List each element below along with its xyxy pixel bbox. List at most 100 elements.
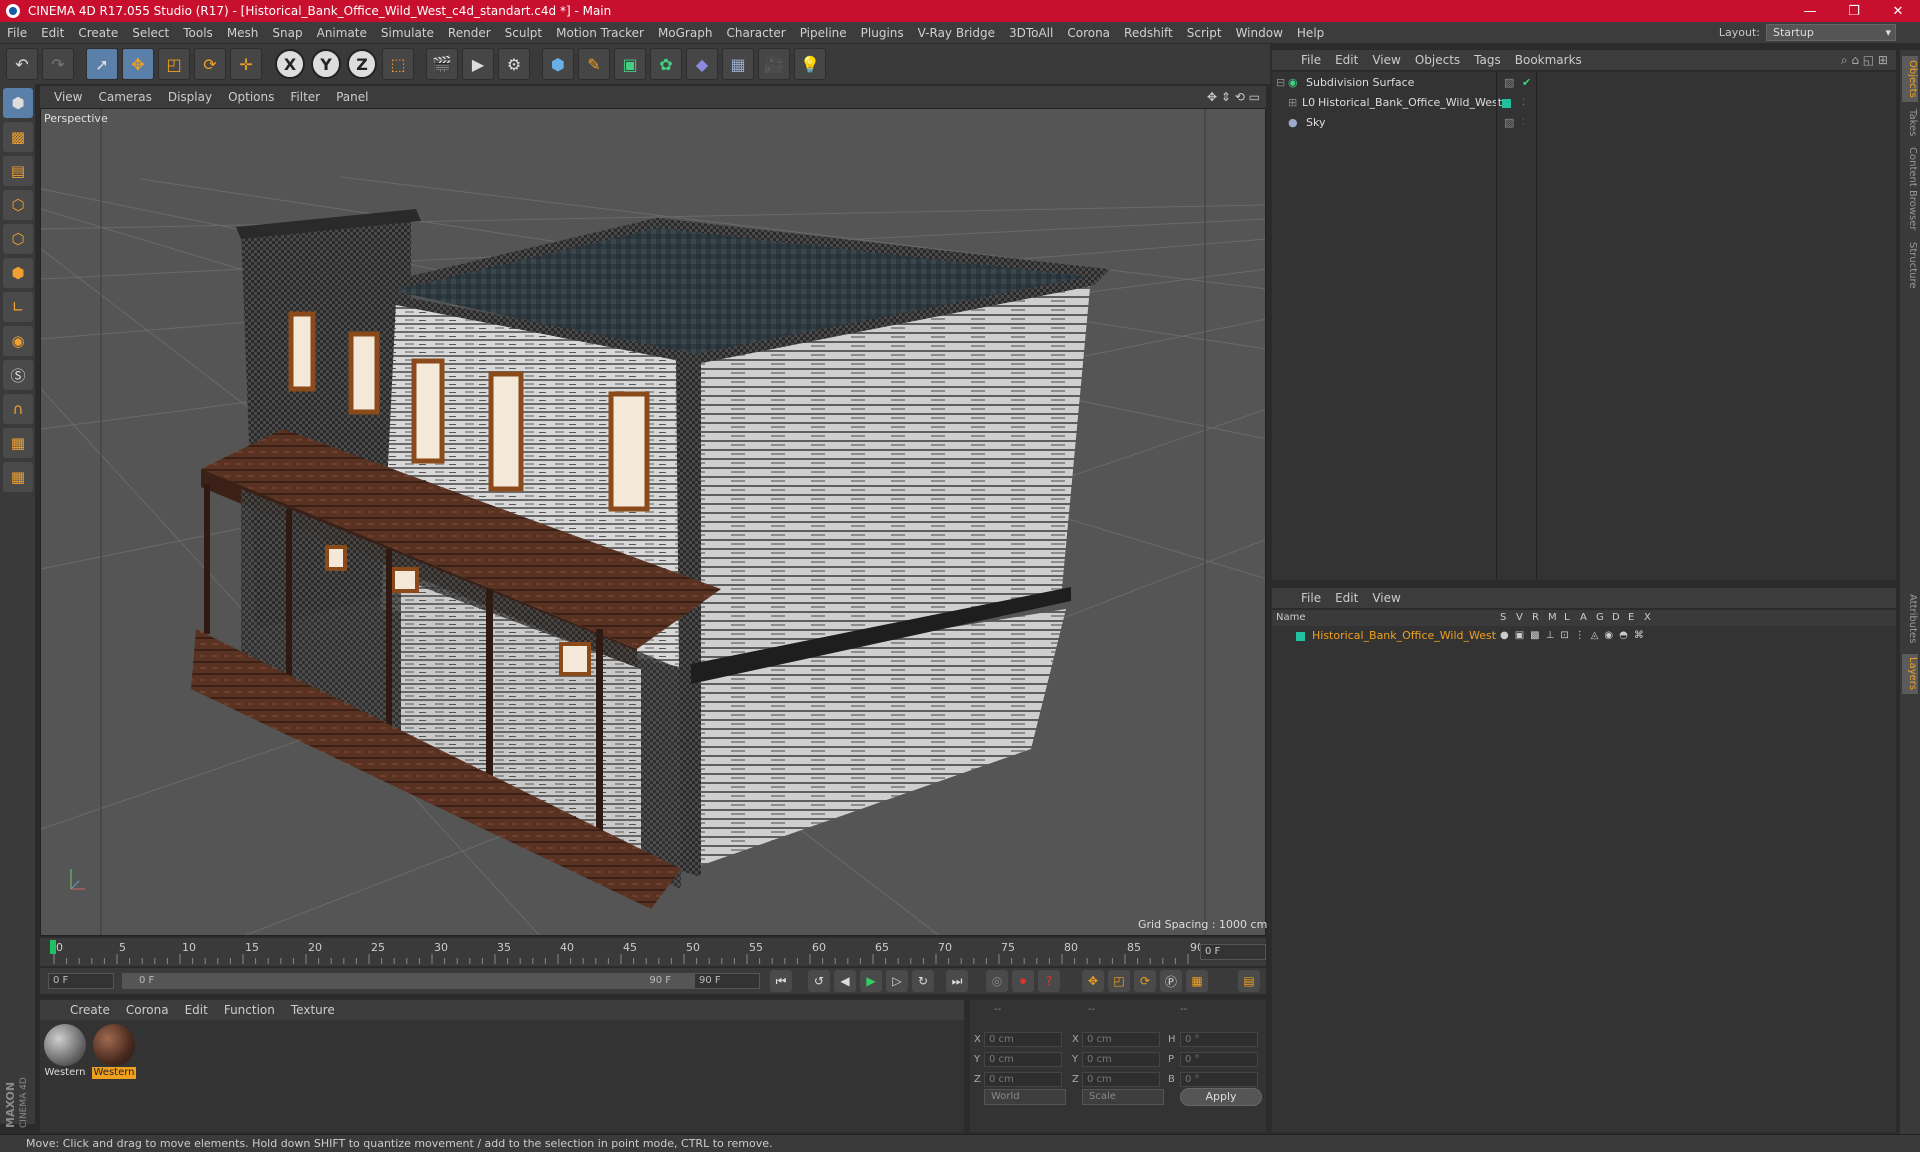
coordinate-system-icon[interactable]: ⬚ xyxy=(382,48,414,80)
menu-tools[interactable]: Tools xyxy=(176,26,220,40)
rotation-h-field[interactable]: 0 ° xyxy=(1180,1032,1258,1047)
menu-animate[interactable]: Animate xyxy=(310,26,374,40)
object-row[interactable]: ⊞ L0 Historical_Bank_Office_Wild_West ⁚ xyxy=(1272,94,1896,112)
viewport-nav-icons[interactable]: ✥ ⇕ ⟲ ▭ xyxy=(1207,90,1260,104)
key-position-icon[interactable]: ✥ xyxy=(1082,970,1104,992)
move-icon[interactable]: ✥ xyxy=(122,48,154,80)
prev-key-icon[interactable]: ↺ xyxy=(808,970,830,992)
menu-select[interactable]: Select xyxy=(125,26,176,40)
layer-col-x[interactable]: X xyxy=(1644,612,1651,623)
next-key-icon[interactable]: ↻ xyxy=(912,970,934,992)
menu-redshift[interactable]: Redshift xyxy=(1117,26,1180,40)
light-icon[interactable]: 💡 xyxy=(794,48,826,80)
size-y-field[interactable]: 0 cm xyxy=(1082,1052,1160,1067)
objects-menu-objects[interactable]: Objects xyxy=(1408,53,1467,67)
cube-icon[interactable]: ⬢ xyxy=(542,48,574,80)
select-icon[interactable]: ➚ xyxy=(86,48,118,80)
material-menu-create[interactable]: Create xyxy=(62,1003,118,1017)
end-frame-field[interactable]: 90 F xyxy=(694,973,760,989)
axis-z-icon[interactable]: Z xyxy=(347,49,377,79)
render-view-icon[interactable]: 🎬 xyxy=(426,48,458,80)
objects-menu-view[interactable]: View xyxy=(1365,53,1407,67)
material-menu-function[interactable]: Function xyxy=(216,1003,283,1017)
menu-simulate[interactable]: Simulate xyxy=(374,26,441,40)
object-visibility-icon[interactable]: ▧ xyxy=(1504,114,1514,132)
object-enabled-icon[interactable]: ✔ xyxy=(1522,74,1531,92)
next-frame-icon[interactable]: ▷ xyxy=(886,970,908,992)
record-keys-icon[interactable]: ◎ xyxy=(986,970,1008,992)
restore-button[interactable]: ❐ xyxy=(1832,0,1876,22)
workplane-icon[interactable]: ▤ xyxy=(3,156,33,186)
menu-mograph[interactable]: MoGraph xyxy=(651,26,720,40)
layer-col-l[interactable]: L xyxy=(1564,612,1570,623)
minimize-button[interactable]: — xyxy=(1788,0,1832,22)
go-to-start-icon[interactable]: ⏮ xyxy=(770,970,792,992)
render-settings-icon[interactable]: ⚙ xyxy=(498,48,530,80)
objects-menu-edit[interactable]: Edit xyxy=(1328,53,1365,67)
layer-col-s[interactable]: S xyxy=(1500,612,1506,623)
menu-pipeline[interactable]: Pipeline xyxy=(793,26,854,40)
layer-row[interactable]: Historical_Bank_Office_Wild_West ●▣▩⊥⊡⋮◬… xyxy=(1272,628,1896,644)
object-manager-toolbar-icons[interactable]: ⌕ ⌂ ◱ ⊞ xyxy=(1841,53,1888,68)
viewport-menu-view[interactable]: View xyxy=(46,90,90,104)
deformer-icon[interactable]: ◆ xyxy=(686,48,718,80)
polygons-mode-icon[interactable]: ⬢ xyxy=(3,258,33,288)
layer-color-icon[interactable] xyxy=(1296,632,1305,641)
menu-render[interactable]: Render xyxy=(441,26,498,40)
key-pla-icon[interactable]: ▦ xyxy=(1186,970,1208,992)
viewport-menu-filter[interactable]: Filter xyxy=(282,90,328,104)
layers-menu-edit[interactable]: Edit xyxy=(1328,591,1365,605)
material-swatch[interactable]: Western xyxy=(43,1023,87,1081)
snap-settings-icon[interactable]: ▦ xyxy=(3,462,33,492)
layer-col-r[interactable]: R xyxy=(1532,612,1539,623)
scale-icon[interactable]: ◰ xyxy=(158,48,190,80)
objects-menu-bookmarks[interactable]: Bookmarks xyxy=(1508,53,1589,67)
objects-menu-tags[interactable]: Tags xyxy=(1467,53,1508,67)
close-button[interactable]: ✕ xyxy=(1876,0,1920,22)
coord-mode-dropdown[interactable]: World xyxy=(984,1089,1066,1105)
tab-attributes[interactable]: Attributes xyxy=(1902,590,1918,648)
layer-color-icon[interactable] xyxy=(1502,99,1511,108)
menu-script[interactable]: Script xyxy=(1180,26,1229,40)
go-to-end-icon[interactable]: ⏭ xyxy=(946,970,968,992)
menu-snap[interactable]: Snap xyxy=(265,26,309,40)
prev-frame-icon[interactable]: ◀ xyxy=(834,970,856,992)
layers-menu-view[interactable]: View xyxy=(1365,591,1407,605)
tab-content-browser[interactable]: Content Browser xyxy=(1902,146,1918,232)
edges-mode-icon[interactable]: ⬡ xyxy=(3,224,33,254)
position-y-field[interactable]: 0 cm xyxy=(984,1052,1062,1067)
tab-objects[interactable]: Objects xyxy=(1902,56,1918,102)
undo-icon[interactable]: ↶ xyxy=(6,48,38,80)
object-column-divider[interactable] xyxy=(1496,72,1497,580)
tab-takes[interactable]: Takes xyxy=(1902,106,1918,140)
axis-x-icon[interactable]: X xyxy=(275,49,305,79)
layer-toggle-icons[interactable]: ●▣▩⊥⊡⋮◬◉◓⌘ xyxy=(1500,628,1650,644)
material-menu-texture[interactable]: Texture xyxy=(283,1003,343,1017)
axis-y-icon[interactable]: Y xyxy=(311,49,341,79)
rotate-icon[interactable]: ⟳ xyxy=(194,48,226,80)
timeline-ruler[interactable]: 0 5 10 15 20 25 30 35 40 45 50 55 60 65 70 75 80 85 90 xyxy=(40,938,1266,966)
menu-plugins[interactable]: Plugins xyxy=(854,26,911,40)
menu-sculpt[interactable]: Sculpt xyxy=(498,26,549,40)
object-visibility-icon[interactable]: ▧ xyxy=(1504,74,1514,92)
magnet-icon[interactable]: ∩ xyxy=(3,394,33,424)
menu-vray-bridge[interactable]: V-Ray Bridge xyxy=(911,26,1002,40)
menu-corona[interactable]: Corona xyxy=(1060,26,1117,40)
rotation-b-field[interactable]: 0 ° xyxy=(1180,1072,1258,1087)
menu-file[interactable]: File xyxy=(0,26,34,40)
menu-mesh[interactable]: Mesh xyxy=(220,26,266,40)
texture-mode-icon[interactable]: ▩ xyxy=(3,122,33,152)
layer-col-e[interactable]: E xyxy=(1628,612,1634,623)
tweak-icon[interactable]: ◉ xyxy=(3,326,33,356)
play-icon[interactable]: ▶ xyxy=(860,970,882,992)
start-frame-field[interactable]: 0 F xyxy=(48,973,114,989)
rotation-p-field[interactable]: 0 ° xyxy=(1180,1052,1258,1067)
coord-scale-dropdown[interactable]: Scale xyxy=(1082,1089,1164,1105)
menu-create[interactable]: Create xyxy=(71,26,125,40)
layer-col-d[interactable]: D xyxy=(1612,612,1620,623)
layer-col-v[interactable]: V xyxy=(1516,612,1523,623)
layer-col-a[interactable]: A xyxy=(1580,612,1587,623)
expand-icon[interactable]: ⊞ xyxy=(1288,94,1297,112)
size-x-field[interactable]: 0 cm xyxy=(1082,1032,1160,1047)
layer-col-g[interactable]: G xyxy=(1596,612,1604,623)
